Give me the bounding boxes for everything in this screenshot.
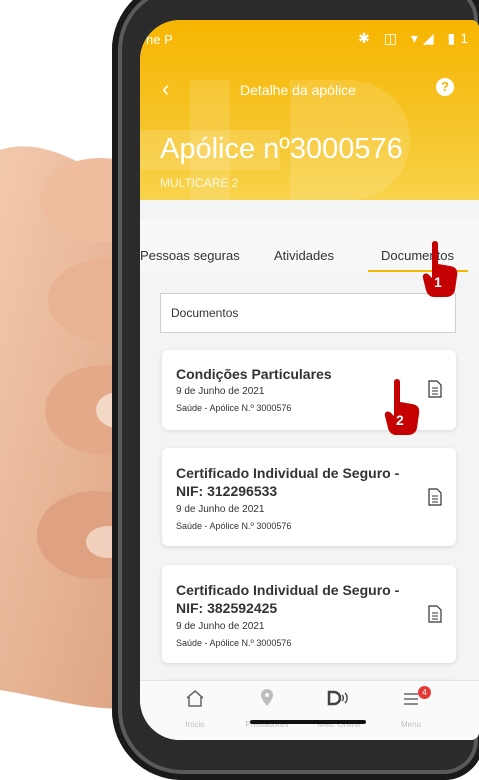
document-title-nif: NIF: 382592425: [176, 600, 278, 616]
document-icon[interactable]: [428, 380, 442, 398]
document-date: 9 de Junho de 2021: [176, 386, 265, 397]
tab-pessoas-seguras[interactable]: Pessoas seguras: [140, 248, 240, 263]
back-button[interactable]: ‹: [162, 78, 169, 100]
tab-atividades[interactable]: Atividades: [274, 248, 334, 263]
page-title: Detalhe da apólice: [240, 82, 356, 98]
document-title: Condições Particulares: [176, 366, 332, 382]
med-online-icon: [327, 690, 348, 706]
bottom-navigation: Início Prestadores Med. Online 4 Menu: [140, 680, 479, 740]
document-subtitle: Saúde - Apólice N.º 3000576: [176, 521, 292, 531]
product-name: MULTICARE 2: [160, 176, 239, 190]
document-icon[interactable]: [428, 605, 442, 623]
notification-badge: 4: [418, 686, 431, 699]
nav-inicio[interactable]: Início: [160, 689, 230, 729]
help-icon[interactable]: ?: [436, 78, 454, 96]
home-icon: [186, 690, 204, 707]
home-indicator: [250, 720, 366, 724]
status-bar: ne P ✱ ◫ ▾◢ ▮1: [140, 20, 479, 48]
document-title: Certificado Individual de Seguro -: [176, 465, 400, 481]
nav-label: Início: [185, 720, 205, 729]
document-title: Certificado Individual de Seguro -: [176, 582, 400, 598]
status-icons: ✱ ◫ ▾◢ ▮1: [358, 30, 473, 46]
policy-number: Apólice nº3000576: [160, 133, 403, 165]
document-type-value: Documentos: [171, 306, 239, 320]
document-card[interactable]: Certificado Individual de Seguro - NIF: …: [162, 565, 456, 663]
document-subtitle: Saúde - Apólice N.º 3000576: [176, 638, 292, 648]
document-title-nif: NIF: 312296533: [176, 483, 278, 499]
document-card[interactable]: Certificado Individual de Seguro - NIF: …: [162, 448, 456, 546]
document-date: 9 de Junho de 2021: [176, 621, 265, 632]
nav-menu[interactable]: 4 Menu: [376, 686, 446, 729]
document-icon[interactable]: [428, 488, 442, 506]
marker-number: 1: [434, 274, 442, 290]
policy-header: ne P ✱ ◫ ▾◢ ▮1 ‹ Detalhe da apólice ? Ap…: [140, 20, 479, 200]
app-screen: ne P ✱ ◫ ▾◢ ▮1 ‹ Detalhe da apólice ? Ap…: [140, 20, 479, 740]
chevron-left-icon: ‹: [162, 76, 170, 101]
marker-number: 2: [396, 412, 404, 428]
carrier-label: ne P: [146, 32, 173, 47]
location-pin-icon: [261, 689, 273, 706]
nav-label: Menu: [400, 720, 421, 729]
tutorial-marker-2: 2: [382, 378, 422, 441]
document-subtitle: Saúde - Apólice N.º 3000576: [176, 403, 292, 413]
document-type-select[interactable]: Documentos: [160, 293, 456, 333]
document-date: 9 de Junho de 2021: [176, 504, 265, 515]
tutorial-marker-1: 1: [420, 240, 460, 303]
